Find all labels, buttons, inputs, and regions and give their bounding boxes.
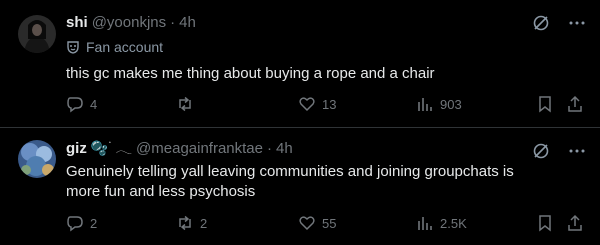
avatar[interactable]	[18, 15, 56, 53]
like-icon	[299, 216, 315, 231]
bookmark-button[interactable]	[536, 214, 554, 232]
retweet-count: 2	[200, 215, 208, 231]
views-icon	[418, 217, 432, 230]
avatar[interactable]	[18, 140, 56, 178]
retweet-icon	[179, 96, 191, 112]
share-button[interactable]	[566, 214, 584, 232]
share-icon	[568, 95, 582, 112]
tweet[interactable]: shi @yoonkjns · 4h Fan account this gc m…	[0, 0, 600, 127]
share-icon	[568, 214, 582, 231]
like-button[interactable]: 13	[298, 95, 336, 113]
like-button[interactable]: 55	[298, 214, 336, 232]
retweet-icon	[179, 215, 191, 231]
like-count: 55	[322, 215, 337, 231]
views-button[interactable]: 2.5K	[416, 214, 467, 232]
reply-icon	[67, 97, 83, 113]
name-emojis: 🫧 ࣪ 𓂃	[90, 140, 133, 156]
reply-count: 2	[90, 215, 98, 231]
community-mask-icon	[66, 40, 80, 54]
views-icon	[418, 98, 432, 111]
view-count: 2.5K	[440, 215, 467, 231]
bookmark-icon	[539, 96, 551, 113]
tweet-text: this gc makes me thing about buying a ro…	[66, 65, 435, 82]
timestamp[interactable]: 4h	[179, 14, 196, 31]
user-handle[interactable]: @meagainfranktae	[136, 140, 263, 157]
views-button[interactable]: 903	[416, 95, 462, 113]
tweet-header: shi @yoonkjns · 4h	[66, 10, 590, 34]
retweet-button[interactable]: 2	[176, 214, 207, 232]
display-name[interactable]: shi	[66, 14, 88, 31]
tweet[interactable]: giz 🫧 ࣪ 𓂃 @meagainfranktae · 4h Genuinel…	[0, 128, 600, 245]
retweet-button[interactable]	[176, 95, 200, 113]
reply-icon	[67, 216, 83, 232]
timestamp[interactable]: 4h	[276, 140, 293, 157]
separator-dot: ·	[267, 139, 272, 157]
tweet-actions: 4 13 903	[66, 94, 586, 114]
tweet-content: giz 🫧 ࣪ 𓂃 @meagainfranktae · 4h Genuinel…	[66, 136, 590, 202]
like-icon	[299, 97, 315, 112]
tweet-header: giz 🫧 ࣪ 𓂃 @meagainfranktae · 4h	[66, 136, 590, 160]
share-button[interactable]	[566, 95, 584, 113]
like-count: 13	[322, 96, 337, 112]
separator-dot: ·	[170, 13, 176, 31]
tweet-actions: 2 2 55 2.5K	[66, 213, 586, 233]
reply-count: 4	[90, 96, 98, 112]
reply-button[interactable]: 2	[66, 214, 97, 232]
reply-button[interactable]: 4	[66, 95, 97, 113]
user-handle[interactable]: @yoonkjns	[92, 14, 166, 31]
tweet-text: Genuinely telling yall leaving communiti…	[66, 163, 514, 200]
community-name: Fan account	[86, 39, 164, 55]
tweet-content: shi @yoonkjns · 4h Fan account this gc m…	[66, 10, 590, 84]
display-name[interactable]: giz	[66, 140, 87, 157]
community-label[interactable]: Fan account	[66, 38, 590, 56]
bookmark-icon	[539, 215, 551, 232]
view-count: 903	[440, 96, 462, 112]
bookmark-button[interactable]	[536, 95, 554, 113]
